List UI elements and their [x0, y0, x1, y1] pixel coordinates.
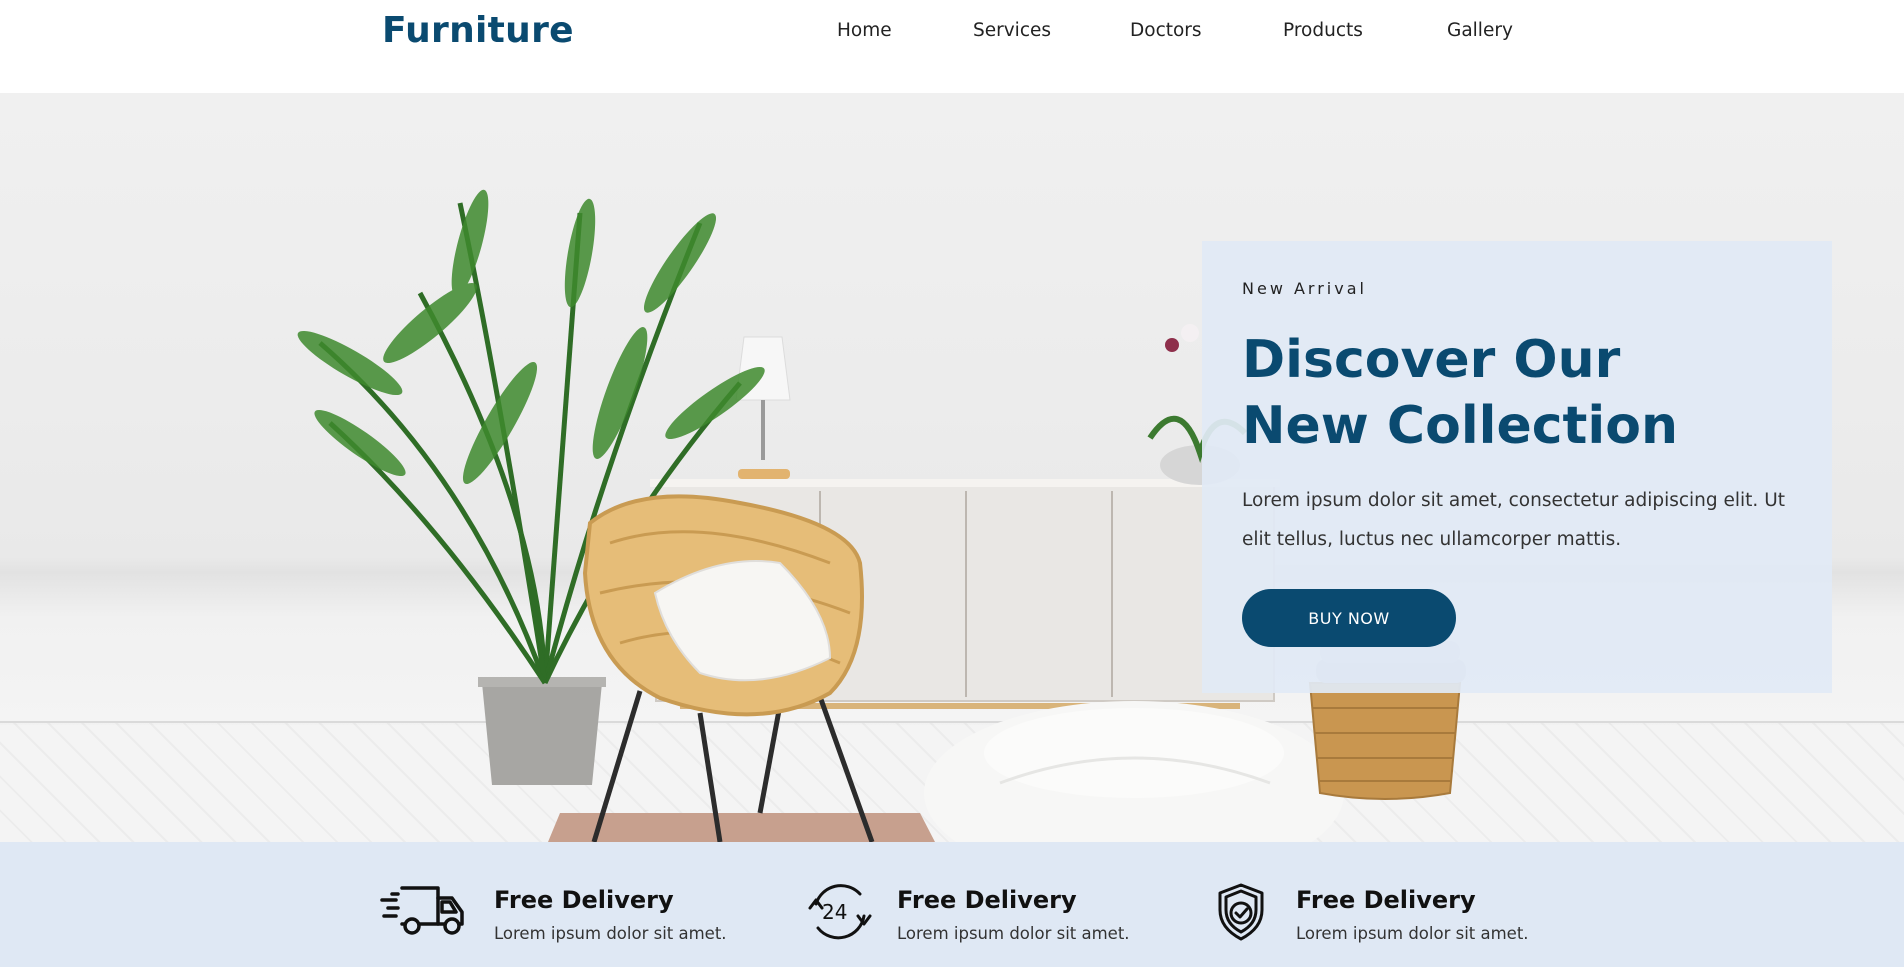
feature-item-secure: Free Delivery Lorem ipsum dolor sit amet…	[1214, 842, 1594, 967]
nav-item-products[interactable]: Products	[1283, 20, 1363, 41]
delivery-truck-icon	[380, 884, 466, 942]
feature-item-delivery: Free Delivery Lorem ipsum dolor sit amet…	[380, 842, 760, 967]
buy-now-button[interactable]: BUY NOW	[1242, 589, 1456, 647]
main-nav: Home Services Doctors Products Gallery	[0, 20, 1904, 50]
hero-headline-line-1: Discover Our	[1242, 330, 1621, 390]
site-header: Furniture Home Services Doctors Products…	[0, 0, 1904, 93]
24-hour-support-icon: 24	[808, 882, 872, 944]
feature-title: Free Delivery	[897, 886, 1077, 914]
feature-text: Lorem ipsum dolor sit amet.	[1296, 924, 1529, 943]
rattan-chair-image	[582, 494, 875, 842]
nav-item-gallery[interactable]: Gallery	[1447, 20, 1513, 41]
features-strip: Free Delivery Lorem ipsum dolor sit amet…	[0, 842, 1904, 967]
nav-item-services[interactable]: Services	[973, 20, 1051, 41]
feature-text: Lorem ipsum dolor sit amet.	[897, 924, 1130, 943]
pouf-image	[924, 701, 1344, 842]
hero-headline: Discover Our New Collection	[1242, 327, 1802, 459]
feature-item-support: 24 Free Delivery Lorem ipsum dolor sit a…	[806, 842, 1186, 967]
hero-headline-line-2: New Collection	[1242, 396, 1678, 456]
feature-title: Free Delivery	[494, 886, 674, 914]
hero-description: Lorem ipsum dolor sit amet, consectetur …	[1242, 490, 1785, 550]
nav-item-doctors[interactable]: Doctors	[1130, 20, 1202, 41]
shield-check-icon	[1216, 882, 1266, 946]
svg-text:24: 24	[822, 900, 847, 924]
hero-eyebrow: New Arrival	[1242, 279, 1367, 298]
nav-item-home[interactable]: Home	[837, 20, 892, 41]
rug-image	[548, 813, 935, 842]
feature-text: Lorem ipsum dolor sit amet.	[494, 924, 727, 943]
hero-section: New Arrival Discover Our New Collection …	[0, 93, 1904, 842]
feature-title: Free Delivery	[1296, 886, 1476, 914]
hero-panel: New Arrival Discover Our New Collection …	[1202, 241, 1832, 693]
table-lamp-image	[735, 336, 791, 479]
